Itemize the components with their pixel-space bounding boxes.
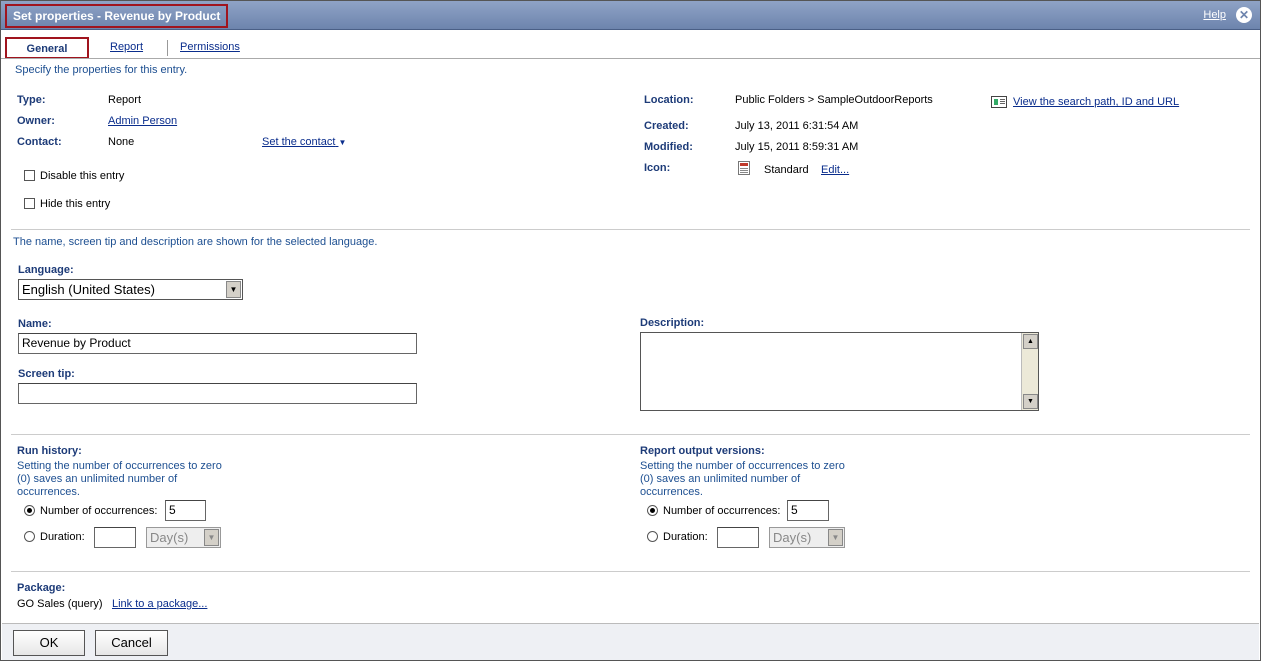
dialog-footer: OK Cancel [2, 623, 1259, 660]
description-scrollbar[interactable]: ▲ ▼ [1021, 333, 1038, 410]
description-label: Description: [640, 317, 705, 329]
output-versions-occurrences-label: Number of occurrences: [663, 505, 781, 517]
hide-entry-label: Hide this entry [40, 198, 111, 210]
report-icon [738, 161, 750, 175]
help-link[interactable]: Help [1203, 9, 1226, 21]
type-value: Report [108, 94, 142, 106]
link-package-link[interactable]: Link to a package... [112, 598, 207, 610]
package-value: GO Sales (query) [17, 598, 103, 610]
divider [11, 571, 1250, 572]
output-versions-duration-radio[interactable] [647, 531, 658, 542]
modified-value: July 15, 2011 8:59:31 AM [735, 141, 859, 153]
chevron-down-icon: ▼ [828, 529, 843, 546]
type-label: Type: [17, 94, 46, 106]
chevron-down-icon: ▼ [226, 281, 241, 298]
output-versions-note-3: occurrences. [640, 486, 703, 498]
output-versions-duration-input[interactable] [717, 527, 759, 548]
chevron-down-icon: ▼ [204, 529, 219, 546]
output-versions-label: Report output versions: [640, 445, 765, 457]
icon-value: Standard [764, 164, 809, 176]
output-versions-duration-label: Duration: [663, 531, 708, 543]
divider [11, 434, 1250, 435]
chevron-down-icon: ▼ [338, 138, 347, 147]
screen-tip-label: Screen tip: [18, 368, 75, 380]
title-bar: Set properties - Revenue by Product Help… [1, 1, 1260, 30]
run-history-duration-label: Duration: [40, 531, 85, 543]
output-versions-note-1: Setting the number of occurrences to zer… [640, 460, 845, 472]
tab-permissions[interactable]: Permissions [180, 37, 240, 59]
tab-bar: General Report Permissions [5, 37, 1255, 59]
created-value: July 13, 2011 6:31:54 AM [735, 120, 859, 132]
run-history-note-3: occurrences. [17, 486, 80, 498]
language-note: The name, screen tip and description are… [13, 236, 378, 248]
language-label: Language: [18, 264, 74, 276]
location-value: Public Folders > SampleOutdoorReports [735, 94, 933, 106]
location-label: Location: [644, 94, 694, 106]
output-versions-duration-unit-select[interactable]: Day(s) ▼ [769, 527, 845, 548]
divider [11, 229, 1250, 230]
scroll-down-icon[interactable]: ▼ [1023, 394, 1038, 409]
owner-link[interactable]: Admin Person [108, 115, 177, 127]
intro-text: Specify the properties for this entry. [15, 64, 188, 76]
run-history-occurrences-label: Number of occurrences: [40, 505, 158, 517]
scroll-up-icon[interactable]: ▲ [1023, 334, 1038, 349]
set-properties-dialog: Set properties - Revenue by Product Help… [0, 0, 1261, 661]
contact-value: None [108, 136, 135, 148]
icon-label: Icon: [644, 162, 671, 174]
created-label: Created: [644, 120, 689, 132]
search-path-icon[interactable] [991, 96, 1007, 108]
dialog-title: Set properties - Revenue by Product [5, 4, 229, 28]
disable-entry-checkbox[interactable] [24, 170, 35, 181]
contact-label: Contact: [17, 136, 62, 148]
run-history-label: Run history: [17, 445, 82, 457]
ok-button[interactable]: OK [13, 630, 85, 656]
run-history-duration-input[interactable] [94, 527, 136, 548]
tab-report[interactable]: Report [110, 37, 143, 59]
package-label: Package: [17, 582, 66, 594]
hide-entry-checkbox[interactable] [24, 198, 35, 209]
name-label: Name: [18, 318, 52, 330]
output-versions-duration-unit: Day(s) [773, 530, 812, 545]
tab-underline [1, 58, 1260, 59]
run-history-duration-unit-select[interactable]: Day(s) ▼ [146, 527, 221, 548]
disable-entry-label: Disable this entry [40, 170, 125, 182]
view-search-path-link[interactable]: View the search path, ID and URL [1013, 96, 1179, 108]
run-history-note-1: Setting the number of occurrences to zer… [17, 460, 222, 472]
name-input[interactable]: Revenue by Product [18, 333, 417, 354]
modified-label: Modified: [644, 141, 693, 153]
close-icon[interactable]: ✕ [1236, 7, 1252, 23]
language-select[interactable]: English (United States) ▼ [18, 279, 243, 300]
set-contact-label: Set the contact [262, 136, 336, 148]
owner-label: Owner: [17, 115, 55, 127]
language-value: English (United States) [22, 282, 155, 297]
output-versions-note-2: (0) saves an unlimited number of [640, 473, 801, 485]
set-contact-link[interactable]: Set the contact ▼ [262, 136, 346, 148]
run-history-duration-radio[interactable] [24, 531, 35, 542]
run-history-occurrences-radio[interactable] [24, 505, 35, 516]
output-versions-occurrences-input[interactable]: 5 [787, 500, 829, 521]
cancel-button[interactable]: Cancel [95, 630, 168, 656]
screen-tip-input[interactable] [18, 383, 417, 404]
run-history-duration-unit: Day(s) [150, 530, 189, 545]
run-history-occurrences-input[interactable]: 5 [165, 500, 206, 521]
tab-divider [167, 40, 168, 56]
edit-icon-link[interactable]: Edit... [821, 164, 849, 176]
description-textarea[interactable]: ▲ ▼ [640, 332, 1039, 411]
output-versions-occurrences-radio[interactable] [647, 505, 658, 516]
tab-general[interactable]: General [5, 37, 89, 59]
run-history-note-2: (0) saves an unlimited number of [17, 473, 178, 485]
